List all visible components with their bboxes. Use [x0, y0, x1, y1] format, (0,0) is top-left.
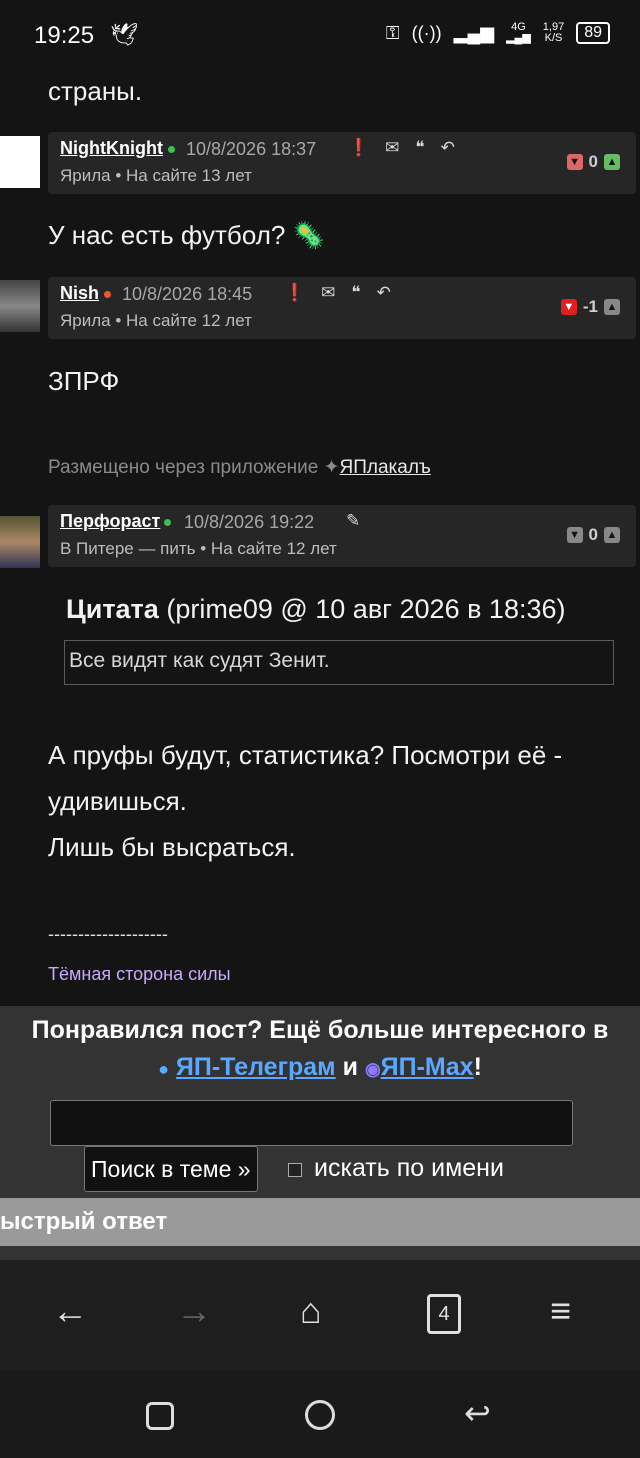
rating-value: 0: [588, 525, 598, 544]
comment-actions: ❗ ✉ ❝ ↶: [284, 283, 391, 303]
clock: 19:25: [34, 22, 95, 49]
thumb-up-icon[interactable]: ▲: [604, 154, 620, 170]
rating: ▼ 0 ▲: [566, 525, 620, 545]
back-arrow-icon[interactable]: ←: [52, 1290, 88, 1332]
comment-body: А пруфы будут, статистика? Посмотри её -…: [48, 740, 563, 862]
search-input[interactable]: [50, 1100, 573, 1146]
comment-actions: ✎: [346, 511, 360, 531]
menu-icon[interactable]: ≡: [550, 1290, 571, 1332]
author-link[interactable]: NightKnight: [60, 138, 163, 159]
thumb-up-icon[interactable]: ▲: [604, 299, 620, 315]
home-icon[interactable]: ⌂: [300, 1290, 322, 1332]
comment-body: У нас есть футбол? 🦠: [48, 220, 325, 250]
thread-content: страны. NightKnight 10/8/2026 18:37 ❗ ✉ …: [0, 72, 640, 1260]
author-subline: В Питере — пить • На сайте 12 лет: [60, 539, 337, 558]
quote-icon[interactable]: ❝: [415, 138, 424, 158]
author-link[interactable]: Перфораст: [60, 511, 160, 532]
status-icons: ⚿ ((·)) ▂▄▆ 4G ▂▄▆ 1,97 K/S 89: [386, 22, 610, 44]
author-link[interactable]: Nish: [60, 283, 99, 304]
thumb-up-icon[interactable]: ▲: [604, 527, 620, 543]
online-status-dot: [164, 519, 171, 526]
offline-status-dot: [104, 291, 111, 298]
thumb-down-icon[interactable]: ▼: [560, 299, 577, 315]
edit-icon[interactable]: ✎: [346, 511, 360, 531]
report-icon[interactable]: ❗: [284, 283, 305, 303]
search-in-topic-button[interactable]: Поиск в теме »: [84, 1146, 258, 1192]
search-by-name-label: искать по имени: [314, 1154, 504, 1182]
rating: ▼ 0 ▲: [566, 152, 620, 172]
comment-header: Перфораст 10/8/2026 19:22 ✎ В Питере — п…: [48, 505, 636, 567]
bird-icon: 🕊: [110, 22, 138, 47]
reply-icon[interactable]: ↶: [441, 138, 455, 158]
comment-body: ЗПРФ: [48, 366, 120, 396]
hotspot-icon: ((·)): [411, 22, 442, 43]
key-icon: ⚿: [385, 22, 400, 43]
rating: ▼ -1 ▲: [560, 297, 620, 317]
status-bar: 19:25 🕊 ⚿ ((·)) ▂▄▆ 4G ▂▄▆ 1,97 K/S 89: [0, 0, 640, 72]
net-speed: 1,97 K/S: [542, 21, 565, 44]
system-back-icon[interactable]: ↩: [464, 1394, 491, 1432]
search-by-name-checkbox[interactable]: [288, 1163, 302, 1177]
max-link[interactable]: ЯП-Max: [381, 1053, 474, 1081]
home-button-icon[interactable]: [305, 1400, 335, 1430]
comment-date: 10/8/2026 18:45: [122, 284, 253, 304]
mail-icon[interactable]: ✉: [321, 283, 335, 303]
battery-icon: 89: [576, 22, 610, 44]
author-subline: Ярила • На сайте 13 лет: [60, 166, 252, 185]
max-icon: ◉: [364, 1059, 381, 1079]
avatar[interactable]: [0, 136, 40, 188]
system-navigation: ↩: [0, 1370, 640, 1458]
online-status-dot: [168, 146, 175, 153]
comment-actions: ❗ ✉ ❝ ↶: [348, 138, 455, 158]
promo-links: ● ЯП-Телеграм и ◉ЯП-Max!: [158, 1053, 482, 1081]
signature-separator: --------------------: [48, 924, 168, 944]
posted-via: Размещено через приложение ✦ЯПлакалъ: [48, 457, 431, 478]
comment-header: NightKnight 10/8/2026 18:37 ❗ ✉ ❝ ↶ Ярил…: [48, 132, 636, 194]
quote-icon[interactable]: ❝: [351, 283, 360, 303]
telegram-link[interactable]: ЯП-Телеграм: [176, 1053, 336, 1081]
rating-value: 0: [588, 152, 598, 171]
telegram-icon: ●: [158, 1059, 169, 1079]
thumb-down-icon[interactable]: ▼: [566, 154, 583, 170]
quote-header: Цитата (prime09 @ 10 авг 2026 в 18:36): [66, 594, 566, 624]
quick-reply-label: ыстрый ответ: [0, 1208, 168, 1235]
reply-icon[interactable]: ↶: [377, 283, 391, 303]
avatar[interactable]: [0, 280, 40, 332]
promo-text: Понравился пост? Ещё больше интересного …: [31, 1016, 609, 1044]
recent-apps-icon[interactable]: [146, 1402, 174, 1430]
signature: Тёмная сторона силы: [48, 964, 231, 984]
comment-header: Nish 10/8/2026 18:45 ❗ ✉ ❝ ↶ Ярила • На …: [48, 277, 636, 339]
mail-icon[interactable]: ✉: [385, 138, 399, 158]
comment-date: 10/8/2026 18:37: [186, 139, 317, 159]
app-link[interactable]: ЯПлакалъ: [340, 457, 431, 478]
forward-arrow-icon[interactable]: →: [176, 1290, 212, 1332]
tabs-counter-icon[interactable]: 4: [427, 1294, 461, 1334]
post-text-fragment: страны.: [48, 76, 143, 106]
avatar[interactable]: [0, 516, 40, 568]
comment-date: 10/8/2026 19:22: [184, 512, 315, 532]
signal-icon: ▂▄▆: [453, 22, 495, 43]
app-icon: ✦: [323, 457, 340, 478]
browser-toolbar: ← → ⌂ 4 ≡: [0, 1260, 640, 1370]
quick-reply-bar[interactable]: ыстрый ответ: [0, 1198, 640, 1246]
author-subline: Ярила • На сайте 12 лет: [60, 311, 252, 330]
quote-text: Все видят как судят Зенит.: [64, 640, 614, 685]
rating-value: -1: [582, 297, 598, 316]
report-icon[interactable]: ❗: [348, 138, 369, 158]
promo-section: Понравился пост? Ещё больше интересного …: [0, 1006, 640, 1260]
network-type: 4G ▂▄▆: [506, 21, 531, 44]
thumb-down-icon[interactable]: ▼: [566, 527, 583, 543]
